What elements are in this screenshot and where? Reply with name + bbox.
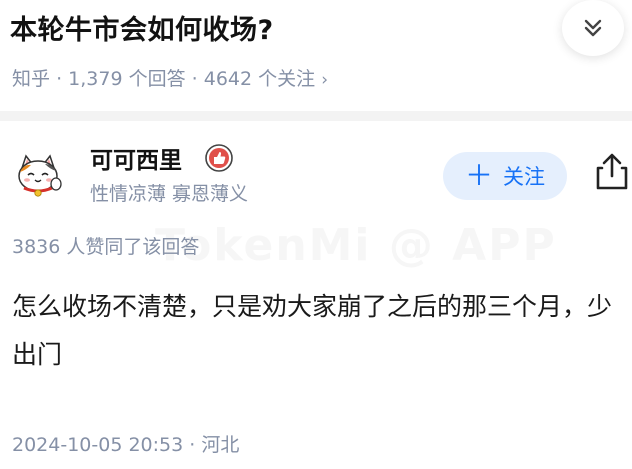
follower-count: 4642 个关注 bbox=[203, 68, 316, 90]
author-bio: 性情凉薄 寡恩薄义 bbox=[90, 183, 249, 205]
answer-content[interactable]: 怎么收场不清楚，只是劝大家崩了之后的那三个月，少出门 bbox=[12, 283, 624, 379]
answer-location: 河北 bbox=[201, 434, 240, 456]
lucky-cat-avatar[interactable] bbox=[12, 150, 64, 202]
source-label: 知乎 bbox=[12, 68, 51, 90]
answer-count: 1,379 个回答 bbox=[68, 68, 186, 90]
meta-separator: · bbox=[56, 68, 63, 90]
meta-separator: · bbox=[191, 68, 198, 90]
double-chevron-down-icon bbox=[584, 19, 602, 37]
verified-badge-icon bbox=[205, 144, 233, 172]
question-meta[interactable]: 知乎 · 1,379 个回答 · 4642 个关注 › bbox=[12, 64, 328, 91]
author-name[interactable]: 可可西里 bbox=[90, 141, 182, 175]
question-title[interactable]: 本轮牛市会如何收场? bbox=[10, 8, 274, 47]
section-divider bbox=[0, 111, 632, 121]
watermark: TokenMi @ APP bbox=[155, 220, 557, 271]
answer-footer: 2024-10-05 20:53 · 河北 bbox=[12, 430, 239, 457]
follow-label: 关注 bbox=[503, 165, 545, 189]
answer-timestamp: 2024-10-05 20:53 bbox=[12, 434, 184, 456]
follow-button[interactable]: ＋ 关注 bbox=[443, 152, 567, 200]
footer-separator: · bbox=[189, 434, 196, 456]
share-icon[interactable] bbox=[594, 152, 630, 192]
plus-icon: ＋ bbox=[464, 159, 493, 192]
vote-count-text: 3836 人赞同了该回答 bbox=[12, 236, 200, 258]
chevron-right-icon: › bbox=[321, 70, 328, 90]
collapse-button[interactable] bbox=[562, 0, 624, 56]
